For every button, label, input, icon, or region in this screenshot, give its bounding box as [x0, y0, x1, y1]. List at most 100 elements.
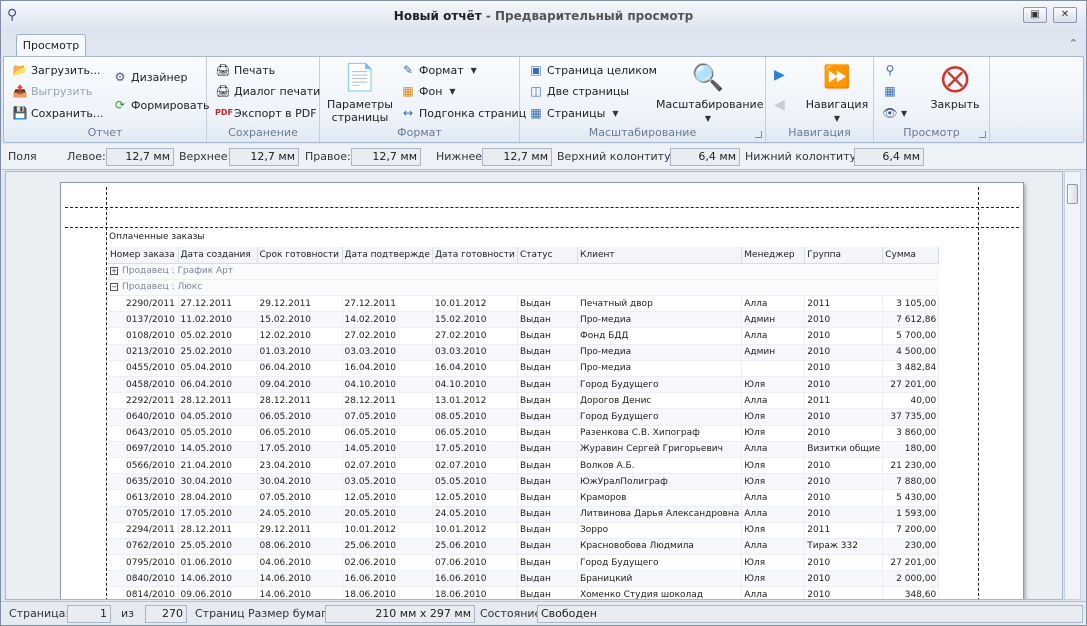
- table-cell: 0458/2010: [108, 376, 179, 394]
- table-row[interactable]: 2292/2011 28.12.2011 28.12.2011 28.12.2011 1…: [108, 392, 940, 410]
- table-cell: 12.05.2010: [432, 489, 518, 507]
- table-row[interactable]: 0795/2010 01.06.2010 04.06.2010 02.06.2010 0…: [108, 554, 940, 572]
- table-cell: 10.01.2012: [432, 295, 518, 313]
- zoom-dropdown[interactable]: 🔍 Масштабирование ▼: [656, 61, 763, 125]
- table-cell: 0566/2010: [108, 457, 179, 475]
- footer-margin-field[interactable]: 6,4 мм: [854, 148, 924, 166]
- load-button[interactable]: 📂 Загрузить...: [12, 60, 101, 80]
- column-header[interactable]: Дата подтвержде: [342, 247, 433, 264]
- column-header[interactable]: Дата готовности: [432, 247, 518, 264]
- prev-page-button[interactable]: ◀: [774, 95, 785, 115]
- table-row[interactable]: 0762/2010 25.05.2010 08.06.2010 25.06.2010 2…: [108, 538, 940, 556]
- two-pages-button[interactable]: ◫ Две страницы: [528, 81, 629, 101]
- of-label: из: [121, 607, 134, 620]
- table-cell: 30.04.2010: [257, 473, 343, 491]
- table-row[interactable]: 0108/2010 05.02.2010 12.02.2010 27.02.2010 2…: [108, 327, 940, 345]
- column-header[interactable]: Сумма: [882, 247, 940, 264]
- top-margin-field[interactable]: 12,7 мм: [229, 148, 299, 166]
- table-row[interactable]: 0213/2010 25.02.2010 01.03.2010 03.03.2010 0…: [108, 344, 940, 361]
- table-cell: Красновобова Людмила: [577, 538, 743, 556]
- table-row[interactable]: 0613/2010 28.04.2010 07.05.2010 12.05.2010 1…: [108, 489, 940, 507]
- left-margin-guide: [106, 187, 107, 599]
- header-margin-field[interactable]: 6,4 мм: [670, 148, 740, 166]
- table-row[interactable]: 2290/2011 27.12.2011 29.12.2011 27.12.2011 1…: [108, 295, 940, 313]
- table-row[interactable]: 2294/2011 28.12.2011 29.12.2011 10.01.2012 1…: [108, 522, 940, 539]
- table-cell: Выдан: [517, 473, 578, 491]
- column-header[interactable]: Группа: [804, 247, 884, 264]
- table-row[interactable]: 0458/2010 06.04.2010 09.04.2010 04.10.2010 0…: [108, 376, 940, 394]
- print-button[interactable]: 🖨 Печать: [215, 60, 275, 80]
- table-cell: Юля: [741, 554, 806, 572]
- table-row[interactable]: 0635/2010 30.04.2010 30.04.2010 03.05.2010 0…: [108, 473, 940, 491]
- total-pages-field: 270: [145, 605, 187, 623]
- tab-preview[interactable]: Просмотр: [16, 34, 86, 57]
- table-row[interactable]: 0137/2010 11.02.2010 15.02.2010 14.02.2010 1…: [108, 311, 940, 329]
- table-row[interactable]: 0697/2010 14.05.2010 17.05.2010 14.05.2010 1…: [108, 441, 940, 458]
- background-dropdown[interactable]: ▦ Фон ▼: [400, 81, 456, 101]
- group-row[interactable]: + Продавец : График Арт: [108, 263, 939, 280]
- page-number-field[interactable]: 1: [67, 605, 111, 623]
- close-window-button[interactable]: ✕: [1053, 7, 1077, 23]
- chevron-down-icon: ▼: [833, 114, 841, 123]
- column-header[interactable]: Номер заказа: [108, 247, 179, 264]
- table-cell: Выдан: [517, 311, 578, 329]
- table-cell: 07.05.2010: [257, 489, 343, 507]
- designer-button[interactable]: ⚙ Дизайнер: [112, 67, 188, 87]
- right-margin-field[interactable]: 12,7 мм: [351, 148, 421, 166]
- page-view-button[interactable]: ▦: [882, 81, 901, 101]
- column-header[interactable]: Дата создания: [178, 247, 258, 264]
- table-cell: 04.10.2010: [342, 376, 433, 394]
- table-cell: Алла: [741, 295, 806, 313]
- save-button[interactable]: 💾 Сохранить...: [12, 103, 104, 123]
- save-label: Сохранить...: [31, 106, 104, 120]
- build-button[interactable]: ⟳ Формировать: [112, 95, 210, 115]
- page-params-button[interactable]: 📄 Параметры страницы: [326, 61, 394, 124]
- table-cell: 37 735,00: [882, 408, 940, 426]
- group-label: Продавец : Люкс: [122, 282, 203, 293]
- close-button[interactable]: ⨂ Закрыть: [924, 61, 986, 111]
- table-row[interactable]: 0455/2010 05.04.2010 06.04.2010 16.04.2010 1…: [108, 360, 940, 378]
- vertical-scrollbar[interactable]: [1064, 171, 1081, 600]
- table-row[interactable]: 0705/2010 17.05.2010 24.05.2010 20.05.2010 2…: [108, 506, 940, 523]
- print-dialog-button[interactable]: 🖨 Диалог печати: [215, 81, 320, 101]
- state-label: Состояние: [480, 607, 542, 620]
- fit-pages-button[interactable]: ↔ Подгонка страниц: [400, 103, 526, 123]
- first-page-button[interactable]: ▶: [774, 65, 785, 85]
- group-row[interactable]: − Продавец : Люкс: [108, 279, 939, 297]
- scrollbar-thumb[interactable]: [1067, 184, 1078, 204]
- table-cell: 2010: [804, 457, 884, 475]
- column-header[interactable]: Срок готовности: [257, 247, 343, 264]
- dialog-launcher-icon[interactable]: [979, 131, 986, 138]
- restore-button[interactable]: ▣: [1023, 7, 1047, 23]
- column-header[interactable]: Клиент: [577, 247, 743, 264]
- export-pdf-button[interactable]: PDF Экспорт в PDF: [215, 103, 317, 123]
- pages-dropdown[interactable]: ▦ Страницы ▼: [528, 103, 618, 123]
- find-icon: ⚲: [885, 63, 895, 77]
- table-row[interactable]: 0840/2010 14.06.2010 14.06.2010 16.06.2010 1…: [108, 570, 940, 588]
- navigation-dropdown[interactable]: ⏩ Навигация ▼: [802, 61, 872, 125]
- expand-icon[interactable]: +: [110, 267, 118, 276]
- collapse-icon[interactable]: −: [110, 283, 118, 292]
- table-row[interactable]: 0814/2010 09.06.2010 14.06.2010 18.06.2010 1…: [108, 586, 940, 599]
- chevron-down-icon: ▼: [449, 86, 456, 96]
- table-row[interactable]: 0566/2010 21.04.2010 23.04.2010 02.07.2010 0…: [108, 457, 940, 475]
- bottom-margin-field[interactable]: 12,7 мм: [482, 148, 552, 166]
- table-cell: 04.10.2010: [432, 376, 518, 394]
- table-cell: 23.04.2010: [257, 457, 343, 475]
- unload-button[interactable]: 📤 Выгрузить: [12, 81, 93, 101]
- column-header[interactable]: Менеджер: [741, 247, 806, 264]
- find-button[interactable]: ⚲: [882, 60, 901, 80]
- view-options-dropdown[interactable]: 👁 ▼: [882, 103, 907, 123]
- table-cell: 3 860,00: [882, 425, 940, 442]
- column-header[interactable]: Статус: [517, 247, 578, 264]
- preview-area[interactable]: Оплаченные заказы Номер заказа Дата созд…: [5, 171, 1063, 600]
- format-dropdown[interactable]: ✎ Формат ▼: [400, 60, 477, 80]
- whole-page-button[interactable]: ▣ Страница целиком: [528, 60, 657, 80]
- table-row[interactable]: 0643/2010 05.05.2010 06.05.2010 06.05.2010 0…: [108, 425, 940, 442]
- fast-forward-icon: ⏩: [823, 65, 851, 90]
- table-cell: 21 230,00: [882, 457, 940, 475]
- dialog-launcher-icon[interactable]: [755, 131, 762, 138]
- left-margin-field[interactable]: 12,7 мм: [106, 148, 174, 166]
- collapse-ribbon-icon[interactable]: ⌃: [1069, 37, 1078, 50]
- table-row[interactable]: 0640/2010 04.05.2010 06.05.2010 07.05.2010 0…: [108, 408, 940, 426]
